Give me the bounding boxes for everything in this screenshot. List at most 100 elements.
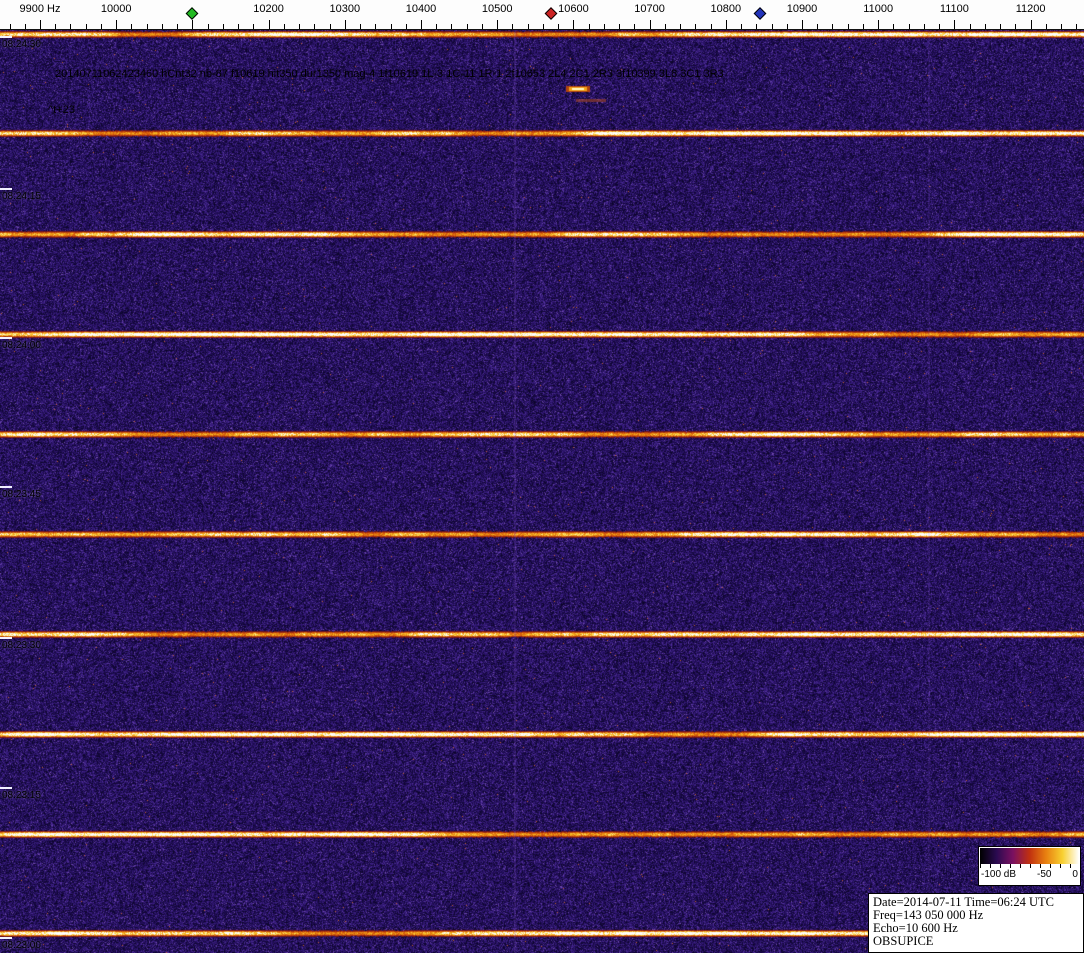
ruler-tick <box>1046 24 1047 29</box>
ruler-tick <box>86 24 87 29</box>
marker-blue-diamond[interactable] <box>754 7 767 20</box>
ruler-tick <box>177 24 178 29</box>
ruler-tick <box>954 20 955 29</box>
time-label: 08:23:30 <box>2 640 41 651</box>
ruler-tick <box>909 24 910 29</box>
ruler-tick <box>406 24 407 29</box>
ruler-tick <box>604 24 605 29</box>
time-tick <box>0 36 12 38</box>
ruler-tick <box>1000 24 1001 29</box>
time-tick <box>0 337 12 339</box>
ruler-tick <box>10 24 11 29</box>
ruler-label: 10300 <box>330 3 361 15</box>
time-label: 08:24:00 <box>2 340 41 351</box>
ruler-tick <box>970 24 971 29</box>
time-tick <box>0 787 12 789</box>
marker-red-diamond[interactable] <box>544 7 557 20</box>
ruler-tick <box>391 24 392 29</box>
ruler-tick <box>147 24 148 29</box>
time-tick <box>0 188 12 190</box>
ruler-label: 10200 <box>253 3 284 15</box>
time-tick <box>0 637 12 639</box>
ruler-tick <box>543 24 544 29</box>
ruler-tick <box>299 24 300 29</box>
ruler-tick <box>360 24 361 29</box>
ruler-label: 10600 <box>558 3 589 15</box>
ruler-tick <box>25 24 26 29</box>
ruler-tick <box>253 24 254 29</box>
status-info-box: Date=2014-07-11 Time=06:24 UTC Freq=143 … <box>868 893 1084 953</box>
ruler-tick <box>665 24 666 29</box>
ruler-tick <box>832 24 833 29</box>
ruler-label: 10700 <box>634 3 665 15</box>
ruler-tick <box>330 24 331 29</box>
ruler-tick <box>863 24 864 29</box>
ruler-tick <box>162 24 163 29</box>
ruler-tick <box>726 20 727 29</box>
ruler-tick <box>70 24 71 29</box>
spectrogram-canvas[interactable] <box>0 30 1084 953</box>
time-tick <box>0 937 12 939</box>
ruler-tick <box>528 24 529 29</box>
legend-label-min: -100 dB <box>981 869 1016 883</box>
ruler-tick <box>848 24 849 29</box>
ruler-tick <box>634 24 635 29</box>
ruler-label: 10800 <box>711 3 742 15</box>
ruler-tick <box>787 24 788 29</box>
ruler-tick <box>208 24 209 29</box>
ruler-label: 10000 <box>101 3 132 15</box>
ruler-tick <box>589 24 590 29</box>
ruler-tick <box>817 24 818 29</box>
ruler-tick <box>55 24 56 29</box>
ruler-tick <box>985 24 986 29</box>
ruler-tick <box>878 20 879 29</box>
info-station-line: OBSUPICE <box>873 935 1079 948</box>
ruler-label: 10400 <box>406 3 437 15</box>
ruler-label: 11200 <box>1016 3 1046 15</box>
ruler-tick <box>497 20 498 29</box>
time-label: 08:23:00 <box>2 940 41 951</box>
legend-gradient <box>980 848 1079 864</box>
ruler-tick <box>101 24 102 29</box>
ruler-tick <box>893 24 894 29</box>
db-scale-legend: -100 dB -50 0 <box>978 846 1081 886</box>
ruler-tick <box>1076 24 1077 29</box>
ruler-tick <box>223 24 224 29</box>
ruler-tick <box>116 20 117 29</box>
frequency-ruler: 9900 Hz 10000 10200 10300 10400 10500 10600 107… <box>0 0 1084 30</box>
ruler-tick <box>482 24 483 29</box>
ruler-tick <box>269 20 270 29</box>
ruler-tick <box>695 24 696 29</box>
ruler-tick <box>939 24 940 29</box>
time-label: 08:23:15 <box>2 790 41 801</box>
ruler-tick <box>558 24 559 29</box>
legend-label-mid: -50 <box>1037 869 1051 883</box>
detection-annotation: 20140711062423460 hCnt32 nb-87 f10619 hi… <box>55 68 724 80</box>
ruler-tick <box>192 20 193 29</box>
ruler-tick <box>238 24 239 29</box>
ruler-tick <box>1061 24 1062 29</box>
ruler-tick <box>314 24 315 29</box>
ruler-tick <box>375 24 376 29</box>
ruler-label: 11000 <box>863 3 893 15</box>
time-label: 08:24:15 <box>2 191 41 202</box>
ruler-tick <box>1015 24 1016 29</box>
time-label: 08:23:45 <box>2 489 41 500</box>
ruler-tick <box>1031 20 1032 29</box>
marker-green-diamond[interactable] <box>186 7 199 20</box>
ruler-tick <box>680 24 681 29</box>
app-root: 9900 Hz 10000 10200 10300 10400 10500 10600 107… <box>0 0 1084 953</box>
time-label: 08:24:30 <box>2 39 41 50</box>
ruler-tick <box>284 24 285 29</box>
legend-tick-marks <box>980 864 1079 868</box>
ruler-tick <box>802 20 803 29</box>
ruler-tick <box>436 24 437 29</box>
ruler-tick <box>131 24 132 29</box>
ruler-tick <box>711 24 712 29</box>
ruler-tick <box>40 20 41 29</box>
legend-labels: -100 dB -50 0 <box>981 869 1078 883</box>
ruler-label: 10500 <box>482 3 513 15</box>
ruler-tick <box>650 20 651 29</box>
ruler-tick <box>512 24 513 29</box>
ruler-label: 11100 <box>940 3 969 15</box>
